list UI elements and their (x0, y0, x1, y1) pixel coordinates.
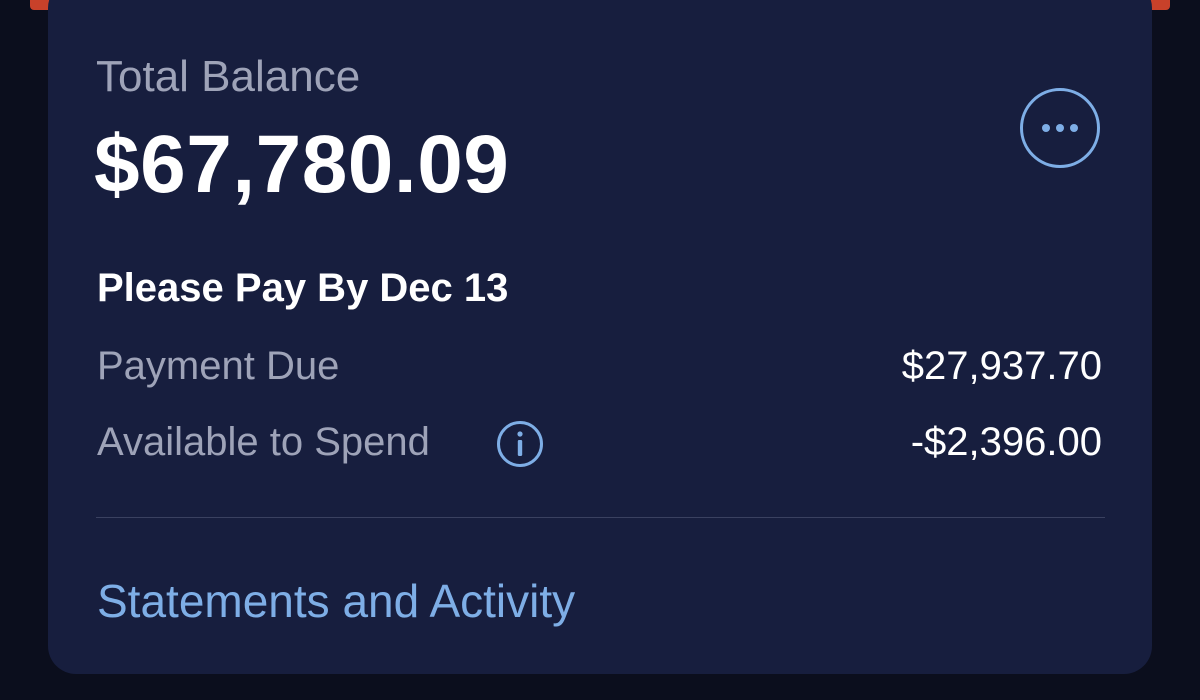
pay-by-date: Please Pay By Dec 13 (97, 266, 509, 310)
payment-due-value: $27,937.70 (901, 344, 1102, 388)
more-dot (1042, 124, 1050, 132)
payment-due-label: Payment Due (97, 344, 340, 388)
more-options-button[interactable] (1020, 88, 1100, 168)
available-to-spend-label: Available to Spend (97, 420, 430, 464)
available-to-spend-value: -$2,396.00 (910, 420, 1102, 464)
statements-and-activity-link[interactable]: Statements and Activity (97, 574, 575, 628)
more-dot (1056, 124, 1064, 132)
balance-label: Total Balance (96, 52, 361, 101)
balance-amount: $67,780.09 (94, 119, 510, 210)
divider (96, 517, 1105, 518)
info-icon[interactable] (496, 420, 544, 468)
more-dot (1070, 124, 1078, 132)
